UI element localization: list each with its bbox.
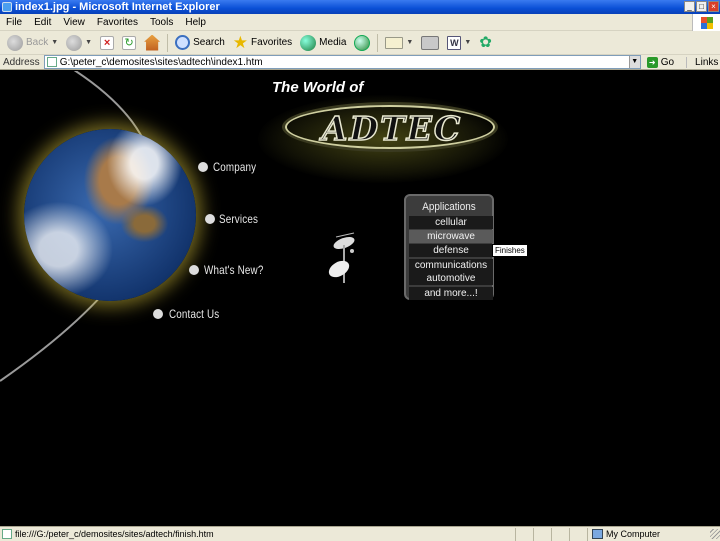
back-dropdown-icon[interactable]: ▼ [51, 39, 58, 46]
favorites-button[interactable]: ★ Favorites [229, 32, 296, 54]
word-icon: W [447, 35, 462, 50]
nav-dot-services[interactable] [205, 214, 215, 224]
menu-tools[interactable]: Tools [144, 17, 179, 28]
status-cell [533, 527, 551, 541]
menu-edit[interactable]: Edit [28, 17, 57, 28]
resize-grip[interactable] [710, 529, 720, 539]
forward-dropdown-icon[interactable]: ▼ [85, 39, 92, 46]
stop-button[interactable]: × [96, 32, 118, 54]
search-icon [175, 35, 191, 50]
window-controls: _ □ × [684, 1, 719, 12]
adtec-logo: ADTEC [321, 108, 463, 149]
security-zone: My Computer [587, 527, 677, 541]
address-dropdown-icon[interactable]: ▼ [628, 56, 640, 68]
nav-link-whats-new[interactable]: What's New? [204, 263, 263, 277]
status-bar: file:///G:/peter_c/demosites/sites/adtec… [0, 526, 720, 541]
app-item-defense[interactable]: defense [409, 244, 493, 257]
nav-link-services[interactable]: Services [219, 212, 258, 226]
edit-dropdown-icon[interactable]: ▼ [464, 39, 471, 46]
search-label: Search [193, 37, 225, 48]
nav-link-contact[interactable]: Contact Us [169, 307, 219, 321]
toolbar-separator [377, 33, 379, 52]
media-button[interactable]: Media [296, 32, 350, 54]
back-arrow-icon [7, 34, 23, 51]
address-bar: Address ▼ ➜ Go Links » [0, 55, 720, 70]
history-button[interactable] [350, 32, 374, 54]
windows-logo [692, 14, 720, 31]
windows-flag-icon [700, 16, 713, 29]
media-label: Media [319, 37, 347, 48]
menu-help[interactable]: Help [179, 17, 212, 28]
status-cell [551, 527, 569, 541]
status-cell [515, 527, 533, 541]
go-label: Go [660, 56, 675, 68]
forward-button[interactable]: ▼ [62, 32, 96, 54]
address-label: Address [3, 56, 40, 68]
satellite-dish-icon [328, 232, 355, 283]
go-button[interactable]: ➜ Go [641, 56, 680, 68]
status-page-icon [2, 529, 12, 539]
app-item-communications[interactable]: communications [409, 259, 493, 272]
back-label: Back [26, 37, 49, 48]
page-icon [46, 57, 57, 67]
menu-view[interactable]: View [57, 17, 91, 28]
print-icon [421, 35, 440, 50]
status-text: file:///G:/peter_c/demosites/sites/adtec… [15, 529, 214, 539]
favorites-star-icon: ★ [232, 32, 249, 52]
refresh-icon: ↻ [122, 35, 137, 50]
close-button[interactable]: × [708, 1, 719, 12]
media-icon [300, 34, 317, 51]
toolbar-separator [167, 33, 169, 52]
my-computer-icon [592, 529, 603, 539]
mail-dropdown-icon[interactable]: ▼ [406, 39, 413, 46]
home-icon [144, 34, 161, 51]
go-arrow-icon: ➜ [646, 56, 658, 68]
toolbar: Back ▼ ▼ × ↻ Search ★ Favorites Media ▼ … [0, 31, 720, 55]
nav-dot-company[interactable] [198, 162, 208, 172]
nav-link-company[interactable]: Company [213, 160, 256, 174]
links-button[interactable]: Links [686, 56, 718, 68]
status-cell [569, 527, 587, 541]
nav-dot-contact[interactable] [153, 309, 163, 319]
tooltip: Finishes [492, 244, 528, 257]
search-button[interactable]: Search [171, 32, 229, 54]
app-item-microwave[interactable]: microwave [409, 230, 493, 243]
messenger-icon: ✿ [479, 33, 492, 51]
refresh-button[interactable]: ↻ [118, 32, 140, 54]
window-title: index1.jpg - Microsoft Internet Explorer [15, 1, 220, 13]
forward-arrow-icon [66, 34, 83, 51]
address-field[interactable]: ▼ [43, 55, 641, 69]
print-button[interactable] [417, 32, 443, 54]
messenger-button[interactable]: ✿ [475, 32, 496, 54]
app-item-and-more[interactable]: and more...! [409, 287, 493, 300]
zone-label: My Computer [606, 529, 661, 539]
mail-button[interactable]: ▼ [381, 32, 417, 54]
applications-title: Applications [422, 201, 476, 213]
address-input[interactable] [59, 56, 640, 68]
applications-menu: Applications cellular microwave defense … [404, 194, 494, 300]
app-item-automotive[interactable]: automotive [409, 272, 493, 285]
title-bar: index1.jpg - Microsoft Internet Explorer… [0, 0, 720, 14]
edit-button[interactable]: W ▼ [443, 32, 475, 54]
maximize-button[interactable]: □ [696, 1, 707, 12]
home-button[interactable] [140, 32, 164, 54]
menu-favorites[interactable]: Favorites [91, 17, 144, 28]
favorites-label: Favorites [251, 37, 293, 48]
back-button[interactable]: Back ▼ [3, 32, 62, 54]
earth-globe-image [24, 129, 196, 301]
web-page: Company Services What's New? Contact Us … [0, 71, 720, 526]
nav-dot-whats-new[interactable] [189, 265, 199, 275]
minimize-button[interactable]: _ [684, 1, 695, 12]
mail-icon [385, 36, 404, 49]
history-icon [354, 34, 371, 51]
menu-file[interactable]: File [0, 17, 28, 28]
app-item-cellular[interactable]: cellular [409, 216, 493, 229]
menu-bar: File Edit View Favorites Tools Help [0, 14, 720, 31]
stop-icon: × [100, 35, 115, 50]
page-heading: The World of [272, 79, 364, 96]
ie-icon [2, 2, 12, 12]
